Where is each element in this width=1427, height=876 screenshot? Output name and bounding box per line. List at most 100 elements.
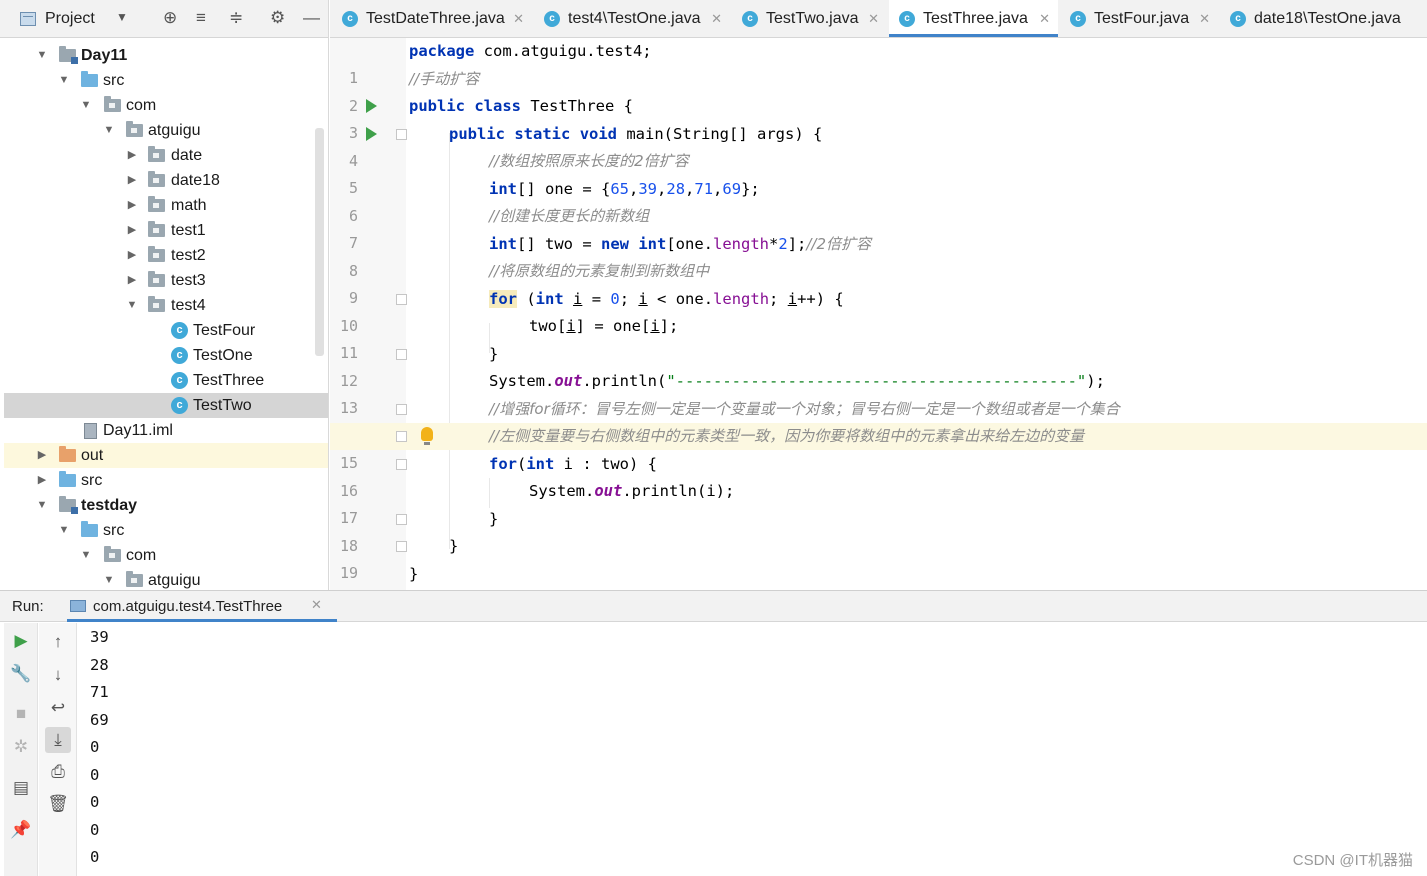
tab-test4-testone[interactable]: c test4\TestOne.java ✕	[534, 0, 730, 37]
print-icon[interactable]: ⎙	[45, 759, 71, 785]
tree-item-day11[interactable]: ▼ Day11	[4, 43, 328, 68]
console-output[interactable]: 39 28 71 69 0 0 0 0 0	[78, 623, 1427, 876]
tree-item-math[interactable]: ▶ math	[4, 193, 328, 218]
code-editor[interactable]: 1 package com.atguigu.test4; 2 //手动扩容 3 …	[330, 38, 1427, 590]
tree-item-test1[interactable]: ▶ test1	[4, 218, 328, 243]
code-line-9[interactable]: 9 //将原数组的元素复制到新数组中	[330, 258, 1427, 307]
close-icon[interactable]: ✕	[711, 0, 722, 38]
tree-item-date[interactable]: ▶ date	[4, 143, 328, 168]
chevron-down-icon[interactable]: ▼	[79, 543, 93, 568]
code-line-17[interactable]: 17 System.out.println(i);	[330, 478, 1427, 527]
close-icon[interactable]: ✕	[513, 0, 524, 38]
chevron-right-icon[interactable]: ▶	[125, 168, 139, 193]
tab-testdatethree[interactable]: c TestDateThree.java ✕	[332, 0, 532, 37]
fold-icon[interactable]	[396, 128, 407, 140]
tab-testthree[interactable]: c TestThree.java ✕	[889, 0, 1058, 37]
chevron-down-icon[interactable]: ▼	[35, 493, 49, 518]
tree-item-com[interactable]: ▼ com	[4, 543, 328, 568]
chevron-down-icon[interactable]: ▼	[57, 518, 71, 543]
fold-icon[interactable]	[396, 513, 407, 525]
tree-item-com[interactable]: ▼ com	[4, 93, 328, 118]
tree-item-testtwo[interactable]: c TestTwo	[4, 393, 328, 418]
tree-scrollbar[interactable]	[315, 128, 324, 356]
tree-item-testthree[interactable]: c TestThree	[4, 368, 328, 393]
chevron-down-icon[interactable]: ▼	[116, 10, 128, 24]
chevron-right-icon[interactable]: ▶	[125, 143, 139, 168]
tab-date18-testone[interactable]: c date18\TestOne.java	[1220, 0, 1427, 37]
fold-icon[interactable]	[396, 403, 407, 415]
scroll-to-end-icon[interactable]: ⤓	[45, 727, 71, 753]
tab-testtwo[interactable]: c TestTwo.java ✕	[732, 0, 887, 37]
soft-wrap-icon[interactable]: ↩	[45, 695, 71, 721]
tree-item-atguigu[interactable]: ▼ atguigu	[4, 118, 328, 143]
hide-icon[interactable]: —	[303, 8, 320, 28]
close-icon[interactable]: ✕	[1199, 0, 1210, 38]
chevron-down-icon[interactable]: ▼	[79, 93, 93, 118]
wrench-icon[interactable]: 🔧	[8, 661, 34, 687]
tree-item-src[interactable]: ▶ src	[4, 468, 328, 493]
tree-item-src[interactable]: ▼ src	[4, 68, 328, 93]
run-icon[interactable]	[366, 126, 377, 141]
fold-icon[interactable]	[396, 458, 407, 470]
fold-icon[interactable]	[396, 348, 407, 360]
code-line-19[interactable]: 19 }	[330, 533, 1427, 582]
tree-item-test2[interactable]: ▶ test2	[4, 243, 328, 268]
locate-icon[interactable]: ⊕	[163, 8, 177, 28]
code-line-16[interactable]: 16 for(int i : two) {	[330, 451, 1427, 500]
chevron-down-icon[interactable]: ▼	[102, 118, 116, 143]
tree-item-test3[interactable]: ▶ test3	[4, 268, 328, 293]
code-line-11[interactable]: 11 two[i] = one[i];	[330, 313, 1427, 362]
code-line-20[interactable]: 20 }	[330, 561, 1427, 588]
chevron-down-icon[interactable]: ▼	[35, 43, 49, 68]
code-line-4[interactable]: 4 public static void main(String[] args)…	[330, 121, 1427, 170]
code-line-12[interactable]: 12 }	[330, 341, 1427, 390]
tree-item-out[interactable]: ▶ out	[4, 443, 328, 468]
chevron-right-icon[interactable]: ▶	[35, 443, 49, 468]
close-icon[interactable]: ✕	[868, 0, 879, 38]
debug-gear-icon[interactable]: ✲	[8, 734, 34, 760]
code-line-6[interactable]: 6 int[] one = {65,39,28,71,69};	[330, 176, 1427, 225]
tree-item-date18[interactable]: ▶ date18	[4, 168, 328, 193]
code-line-1[interactable]: 1 package com.atguigu.test4;	[330, 38, 1427, 87]
tree-item-testday[interactable]: ▼ testday	[4, 493, 328, 518]
close-icon[interactable]: ✕	[311, 597, 322, 613]
trash-icon[interactable]: 🗑	[45, 791, 71, 817]
code-line-18[interactable]: 18 }	[330, 506, 1427, 555]
tab-testfour[interactable]: c TestFour.java ✕	[1060, 0, 1218, 37]
code-line-13[interactable]: 13 System.out.println("-----------------…	[330, 368, 1427, 417]
code-line-8[interactable]: 8 int[] two = new int[one.length*2];//2倍…	[330, 231, 1427, 280]
pin-icon[interactable]: 📌	[8, 817, 34, 843]
chevron-right-icon[interactable]: ▶	[125, 193, 139, 218]
code-line-10[interactable]: 10 for (int i = 0; i < one.length; i++) …	[330, 286, 1427, 335]
fold-icon[interactable]	[396, 293, 407, 305]
code-line-3[interactable]: 3 public class TestThree {	[330, 93, 1427, 142]
stop-icon[interactable]: ■	[8, 701, 34, 727]
expand-all-icon[interactable]: ≡	[196, 8, 206, 28]
gear-icon[interactable]: ⚙	[270, 8, 285, 28]
code-line-14[interactable]: 14 //增强for循环：冒号左侧一定是一个变量或一个对象；冒号右侧一定是一个数…	[330, 396, 1427, 445]
arrow-down-icon[interactable]: ↓	[45, 662, 71, 688]
chevron-down-icon[interactable]: ▼	[125, 293, 139, 318]
tree-item-atguigu[interactable]: ▼ atguigu	[4, 568, 328, 590]
chevron-right-icon[interactable]: ▶	[35, 468, 49, 493]
chevron-down-icon[interactable]: ▼	[57, 68, 71, 93]
tree-item-testfour[interactable]: c TestFour	[4, 318, 328, 343]
collapse-all-icon[interactable]: ≑	[229, 8, 243, 28]
close-icon[interactable]: ✕	[1039, 0, 1050, 38]
code-line-2[interactable]: 2 //手动扩容	[330, 66, 1427, 115]
project-view-selector[interactable]: Project	[45, 10, 95, 28]
intention-bulb-icon[interactable]	[421, 427, 433, 445]
tree-item-test4[interactable]: ▼ test4	[4, 293, 328, 318]
code-line-7[interactable]: 7 //创建长度更长的新数组	[330, 203, 1427, 252]
layout-icon[interactable]: ▤	[8, 775, 34, 801]
rerun-icon[interactable]: ▶	[8, 628, 34, 654]
tree-item-src[interactable]: ▼ src	[4, 518, 328, 543]
run-config-tab[interactable]: com.atguigu.test4.TestThree ✕	[67, 591, 337, 622]
fold-icon[interactable]	[396, 431, 407, 442]
code-line-15[interactable]: 15 //左侧变量要与右侧数组中的元素类型一致，因为你要将数组中的元素拿出来给左…	[330, 423, 1427, 472]
tree-item-day11-iml[interactable]: Day11.iml	[4, 418, 328, 443]
run-icon[interactable]	[366, 99, 377, 113]
chevron-right-icon[interactable]: ▶	[125, 268, 139, 293]
tree-item-testone[interactable]: c TestOne	[4, 343, 328, 368]
chevron-down-icon[interactable]: ▼	[102, 568, 116, 590]
